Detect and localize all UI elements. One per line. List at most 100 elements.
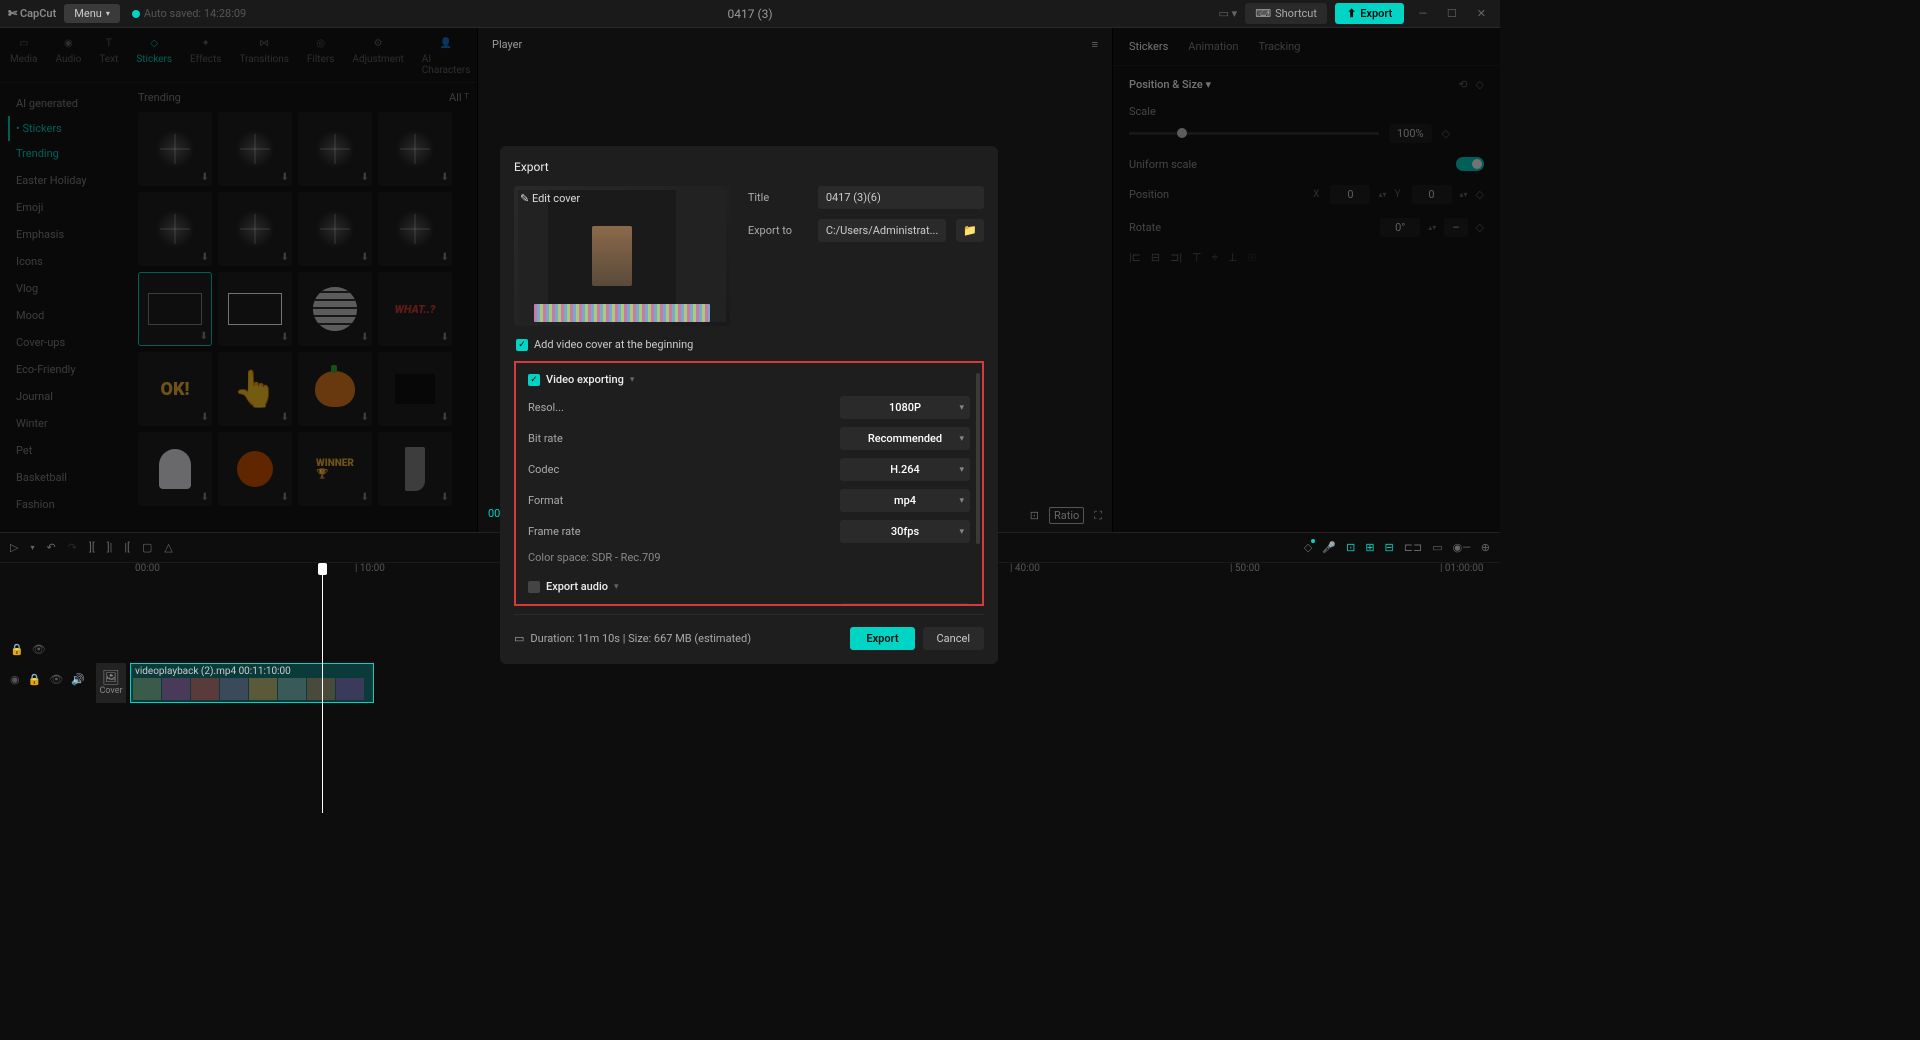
rotate-extra[interactable]: –: [1444, 218, 1467, 237]
sticker-item[interactable]: ⬇: [138, 112, 212, 186]
tab-audio[interactable]: ◉Audio: [56, 34, 82, 76]
cat-journal[interactable]: Journal: [8, 384, 122, 409]
sticker-item[interactable]: ⬇: [298, 272, 372, 346]
cat-emphasis[interactable]: Emphasis: [8, 222, 122, 247]
tab-effects[interactable]: ✦Effects: [190, 34, 221, 76]
undo-icon[interactable]: ↶: [46, 541, 55, 554]
edit-cover-button[interactable]: ✎ Edit cover: [520, 192, 580, 205]
tab-filters[interactable]: ◎Filters: [307, 34, 335, 76]
layout-icon[interactable]: ▭ ▾: [1219, 7, 1238, 20]
sticker-item[interactable]: ⬇: [298, 192, 372, 266]
inspector-tab-stickers[interactable]: Stickers: [1129, 40, 1168, 53]
tl-tool-5-icon[interactable]: ▭: [1432, 541, 1442, 554]
lock-track-icon[interactable]: 🔒: [10, 643, 24, 656]
format-select[interactable]: mp4▾: [840, 489, 970, 512]
menu-button[interactable]: Menu ▾: [64, 4, 120, 23]
align-v-center-icon[interactable]: ÷: [1212, 251, 1218, 264]
export-confirm-button[interactable]: Export: [850, 627, 914, 650]
resolution-select[interactable]: 1080P▾: [840, 396, 970, 419]
split-icon[interactable]: ][: [89, 541, 95, 554]
export-path-input[interactable]: C:/Users/Administrat...: [818, 219, 946, 242]
title-input[interactable]: 0417 (3)(6): [818, 186, 984, 209]
close-icon[interactable]: ✕: [1471, 7, 1492, 20]
align-left-icon[interactable]: |⊏: [1129, 251, 1141, 264]
sticker-item[interactable]: ⬇: [138, 192, 212, 266]
scale-slider[interactable]: [1129, 132, 1379, 135]
sticker-item[interactable]: ⬇: [378, 112, 452, 186]
marker-icon[interactable]: ◇: [1304, 541, 1312, 554]
tab-adjustment[interactable]: ⚙Adjustment: [352, 34, 403, 76]
sticker-item[interactable]: 👆⬇: [218, 352, 292, 426]
tab-transitions[interactable]: ⋈Transitions: [239, 34, 288, 76]
speaker-icon[interactable]: 🔊: [71, 673, 85, 686]
cat-basketball[interactable]: Basketball: [8, 465, 122, 490]
cat-pet[interactable]: Pet: [8, 438, 122, 463]
codec-select[interactable]: H.264▾: [840, 458, 970, 481]
cat-fashion[interactable]: Fashion: [8, 492, 122, 517]
player-menu-icon[interactable]: ≡: [1092, 38, 1098, 51]
export-audio-checkbox[interactable]: [528, 581, 540, 593]
add-cover-checkbox[interactable]: ✓: [516, 339, 528, 351]
tl-tool-2-icon[interactable]: ⊞: [1365, 541, 1374, 554]
align-top-icon[interactable]: ⊤: [1192, 251, 1202, 264]
cat-winter[interactable]: Winter: [8, 411, 122, 436]
tab-text[interactable]: TText: [99, 34, 118, 76]
align-h-center-icon[interactable]: ⊟: [1151, 251, 1160, 264]
cursor-tool-icon[interactable]: ▷: [10, 541, 18, 554]
tl-tool-6-icon[interactable]: ◉—: [1453, 541, 1471, 554]
cat-icons[interactable]: Icons: [8, 249, 122, 274]
sticker-item[interactable]: ⬇: [218, 192, 292, 266]
cat-vlog[interactable]: Vlog: [8, 276, 122, 301]
ratio-button[interactable]: Ratio: [1049, 507, 1084, 524]
export-button-top[interactable]: ⬆ Export: [1335, 3, 1404, 24]
download-icon[interactable]: ⬇: [201, 172, 209, 183]
tab-media[interactable]: ▭Media: [10, 34, 38, 76]
cat-easter[interactable]: Easter Holiday: [8, 168, 122, 193]
cat-emoji[interactable]: Emoji: [8, 195, 122, 220]
sticker-item[interactable]: ⬇: [378, 192, 452, 266]
mic-icon[interactable]: 🎤: [1322, 541, 1336, 554]
cat-section-stickers[interactable]: • Stickers: [8, 116, 122, 141]
sticker-item[interactable]: WHAT..?⬇: [378, 272, 452, 346]
tab-stickers[interactable]: ◇Stickers: [136, 34, 172, 76]
trim-left-icon[interactable]: ]|: [107, 541, 113, 554]
minimize-icon[interactable]: —: [1412, 7, 1433, 20]
sticker-item[interactable]: ⬇: [298, 112, 372, 186]
fullscreen-icon[interactable]: ⛶: [1094, 509, 1102, 523]
position-y-input[interactable]: 0: [1412, 185, 1452, 204]
trim-right-icon[interactable]: |[: [124, 541, 130, 554]
cat-coverups[interactable]: Cover-ups: [8, 330, 122, 355]
crop-icon[interactable]: ▢: [142, 541, 152, 554]
keyframe-icon[interactable]: ◇: [1476, 78, 1484, 91]
maximize-icon[interactable]: ☐: [1441, 7, 1463, 20]
align-bottom-icon[interactable]: ⊥: [1228, 251, 1238, 264]
cover-thumb[interactable]: 🖼Cover: [96, 663, 126, 703]
position-x-input[interactable]: 0: [1330, 185, 1370, 204]
sticker-item[interactable]: ⬇: [378, 432, 452, 506]
browse-folder-button[interactable]: 📁: [956, 219, 984, 242]
tl-tool-1-icon[interactable]: ⊡: [1346, 541, 1355, 554]
tl-tool-3-icon[interactable]: ⊟: [1385, 541, 1394, 554]
shortcut-button[interactable]: ⌨ Shortcut: [1245, 3, 1327, 24]
sticker-item[interactable]: ⬇: [218, 432, 292, 506]
timeline-clip[interactable]: videoplayback (2).mp4 00:11:10:00: [130, 663, 374, 703]
sticker-item[interactable]: ⬇: [138, 432, 212, 506]
lock-icon[interactable]: 🔒: [28, 673, 42, 686]
uniform-scale-toggle[interactable]: [1456, 157, 1484, 171]
cancel-button[interactable]: Cancel: [923, 627, 984, 650]
scrollbar[interactable]: [976, 373, 980, 544]
hide-track-icon[interactable]: 👁: [32, 643, 46, 656]
playhead[interactable]: [322, 563, 323, 813]
redo-icon[interactable]: ↷: [68, 541, 77, 554]
sticker-item[interactable]: ⬇: [218, 112, 292, 186]
sticker-item[interactable]: ⬇: [378, 352, 452, 426]
warning-icon[interactable]: △: [164, 541, 172, 554]
eye-icon[interactable]: 👁: [49, 673, 63, 686]
sticker-item[interactable]: WINNER🏆⬇: [298, 432, 372, 506]
zoom-fit-icon[interactable]: ⊕: [1481, 541, 1490, 554]
cat-eco[interactable]: Eco-Friendly: [8, 357, 122, 382]
cat-mood[interactable]: Mood: [8, 303, 122, 328]
inspector-tab-tracking[interactable]: Tracking: [1258, 40, 1300, 53]
cat-trending[interactable]: Trending: [8, 141, 122, 166]
sticker-item[interactable]: OK!⬇: [138, 352, 212, 426]
